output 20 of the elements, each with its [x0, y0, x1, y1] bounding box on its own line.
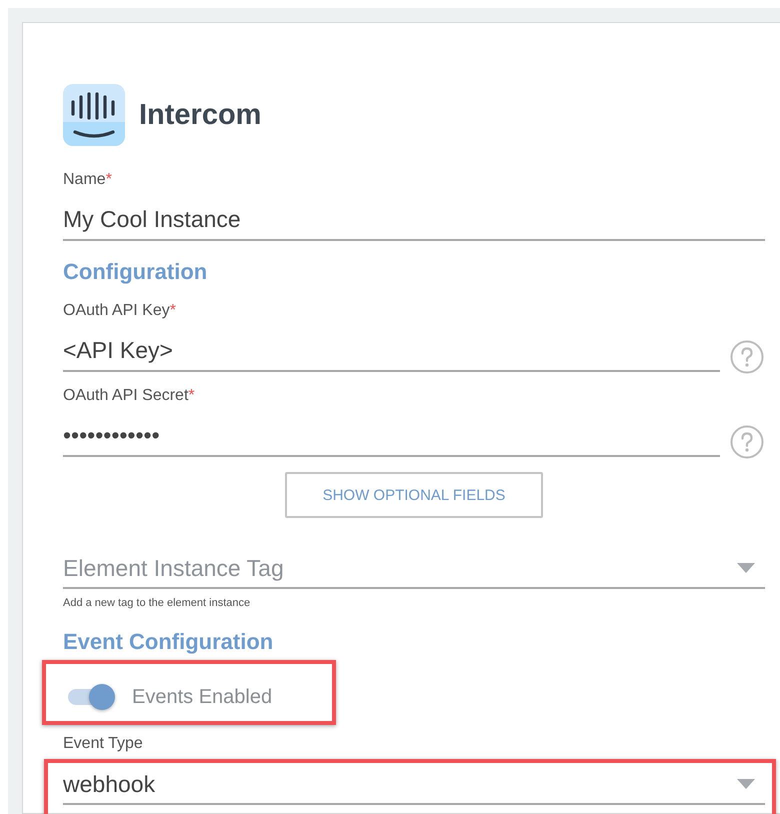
- required-mark: *: [188, 387, 195, 404]
- section-heading: Event Configuration: [63, 628, 274, 656]
- required-mark: *: [170, 302, 176, 319]
- dropdown-caret-icon: [737, 779, 755, 789]
- field-label: OAuth API Secret: [63, 387, 188, 404]
- chat-logo-icon: [63, 84, 125, 146]
- input-field[interactable]: My Cool Instance: [63, 201, 765, 241]
- required-mark: *: [106, 171, 112, 188]
- input-field[interactable]: ••••••••••••: [63, 417, 720, 457]
- field-label: Name: [63, 171, 106, 188]
- input-field[interactable]: <API Key>: [63, 332, 720, 372]
- field-label: Event Type: [63, 735, 143, 752]
- app-title: Intercom: [139, 98, 262, 132]
- field-label: OAuth API Key: [63, 302, 170, 319]
- helper-text: Add a new tag to the element instance: [63, 596, 252, 610]
- section-heading: Configuration: [63, 258, 208, 286]
- toggle-label: Events Enabled: [132, 686, 272, 708]
- dropdown-caret-icon: [737, 563, 755, 573]
- dropdown-field[interactable]: webhook: [63, 765, 765, 805]
- toggle-switch[interactable]: [66, 683, 116, 711]
